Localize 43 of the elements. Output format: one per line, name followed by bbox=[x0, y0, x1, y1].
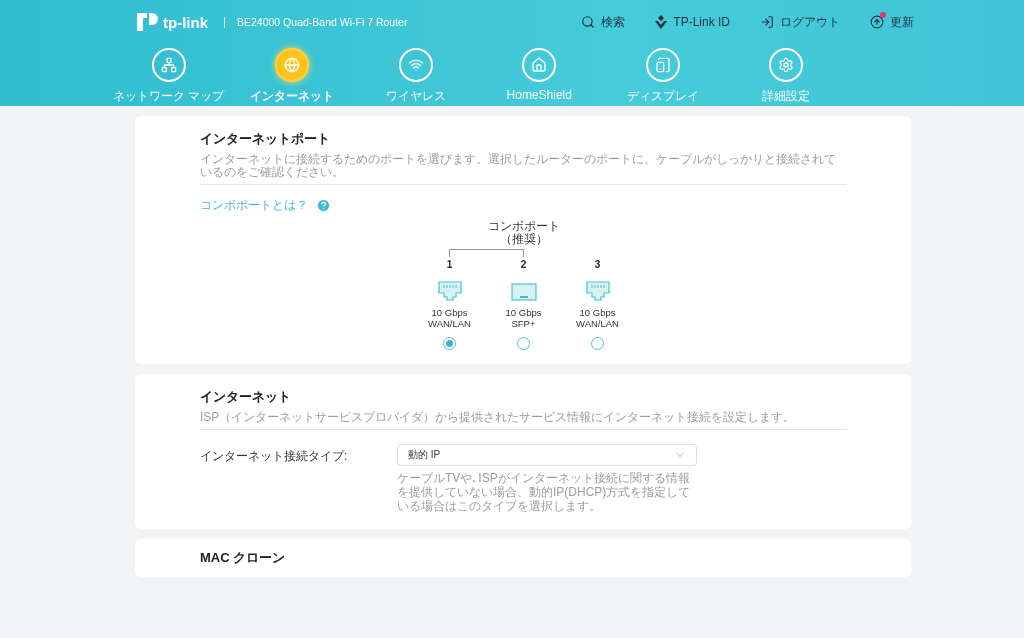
wifi-icon bbox=[407, 57, 424, 73]
tablet-icon bbox=[654, 57, 671, 73]
field-hint: ケーブルTVや､ISPがインターネット接続に関する情報を提供していない場合、動的IP(DHCP)方式を指定している場合はこのタイプを選択します。 bbox=[397, 471, 692, 513]
header-link[interactable]: 検索 bbox=[581, 13, 626, 31]
connection-type-select[interactable]: 動的 IP bbox=[397, 444, 697, 466]
port-info: 10 Gbps WAN/LAN bbox=[576, 307, 619, 329]
nav-tab[interactable]: インターネット bbox=[230, 48, 354, 105]
port-info: 10 Gbps WAN/LAN bbox=[428, 307, 471, 329]
sfp-port-icon bbox=[510, 283, 537, 301]
logo: tp-link bbox=[135, 10, 208, 34]
header-link[interactable]: TP-Link ID bbox=[655, 15, 730, 29]
combo-label: コンボポート（推奨） bbox=[486, 220, 561, 246]
router-model: BE24000 Quad-Band Wi-Fi 7 Router bbox=[224, 16, 408, 28]
section-description: ISP（インターネットサービスプロバイダ）から提供されたサービス情報にインターネット接続を設定します。 bbox=[200, 411, 847, 430]
help-icon[interactable] bbox=[316, 198, 331, 213]
nav-tab[interactable]: ネットワーク マップ bbox=[107, 48, 231, 105]
ethernet-port-icon bbox=[585, 281, 610, 301]
section-title: インターネット bbox=[200, 388, 292, 406]
help-link[interactable]: コンボポートとは？ bbox=[200, 197, 308, 214]
globe-icon bbox=[284, 57, 301, 73]
search-icon bbox=[581, 15, 596, 29]
settings-icon bbox=[778, 57, 795, 73]
port-number: 2 bbox=[520, 259, 527, 270]
port-number: 1 bbox=[446, 259, 453, 270]
field-label: インターネット接続タイプ: bbox=[200, 448, 349, 465]
nav-tab[interactable]: 詳細設定 bbox=[724, 48, 848, 105]
update-icon bbox=[870, 15, 884, 29]
logo-icon bbox=[135, 10, 159, 34]
port-number: 3 bbox=[594, 259, 601, 270]
network-icon bbox=[160, 57, 177, 73]
logout-icon bbox=[760, 15, 774, 29]
nav-tab[interactable]: ディスプレイ bbox=[601, 48, 725, 105]
nav-tab[interactable]: ワイヤレス bbox=[354, 48, 478, 105]
nav-tab[interactable]: HomeShield bbox=[477, 48, 601, 105]
ethernet-port-icon bbox=[437, 281, 462, 301]
header-link[interactable]: 更新 bbox=[870, 13, 914, 31]
port-info: 10 Gbps SFP+ bbox=[505, 307, 542, 329]
section-description: インターネットに接続するためのポートを選びます。選択したルーターのポートに、ケーブルがしっかりと接続されているのをご確認ください。 bbox=[200, 153, 847, 185]
header-link[interactable]: ログアウト bbox=[760, 13, 840, 31]
section-title: MAC クローン bbox=[200, 549, 287, 567]
house-icon bbox=[531, 57, 548, 73]
section-title: インターネットポート bbox=[200, 130, 331, 148]
diamond-icon bbox=[655, 15, 668, 29]
